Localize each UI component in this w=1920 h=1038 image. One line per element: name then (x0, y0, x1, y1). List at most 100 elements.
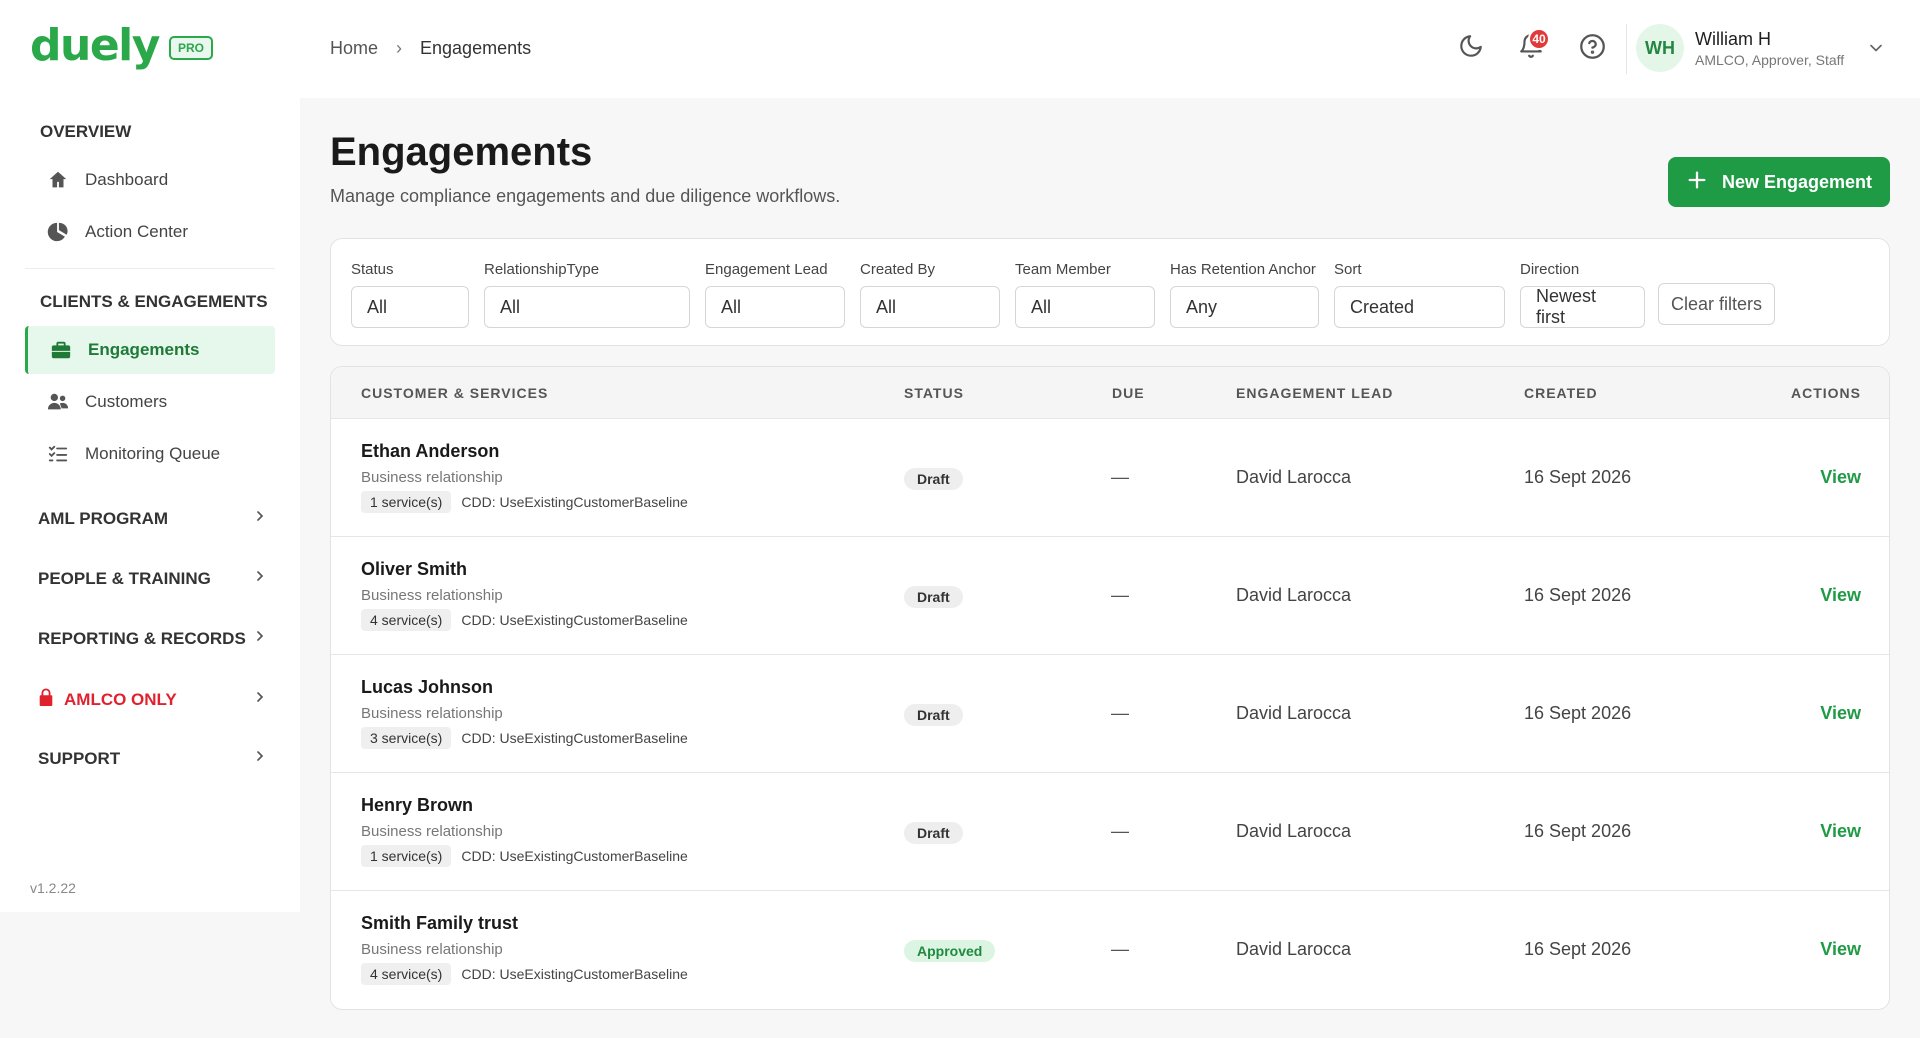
help-icon[interactable] (1576, 30, 1608, 62)
service-count-chip: 4 service(s) (361, 963, 452, 985)
view-link[interactable]: View (1820, 821, 1861, 842)
sidebar-item-label: Engagements (88, 340, 200, 359)
new-engagement-button[interactable]: New Engagement (1668, 157, 1890, 207)
view-link[interactable]: View (1820, 585, 1861, 606)
breadcrumb-home[interactable]: Home (330, 38, 378, 59)
sidebar-item-monitoring-queue[interactable]: Monitoring Queue (25, 430, 275, 478)
view-link[interactable]: View (1820, 467, 1861, 488)
due-date: — (1111, 939, 1129, 959)
clear-filters-button[interactable]: Clear filters (1658, 283, 1775, 325)
created-date: 16 Sept 2026 (1524, 585, 1632, 605)
filter-engagement-lead: Engagement Lead All (705, 261, 845, 328)
service-count-chip: 1 service(s) (361, 845, 452, 867)
filter-bar: Status All RelationshipType All Engageme… (330, 238, 1890, 346)
table-row[interactable]: Lucas Johnson Business relationship 3 se… (331, 655, 1889, 773)
service-count-chip: 4 service(s) (361, 609, 452, 631)
pro-badge: PRO (168, 36, 213, 60)
view-link[interactable]: View (1820, 703, 1861, 724)
customer-name[interactable]: Lucas Johnson (361, 677, 493, 698)
sidebar-item-engagements[interactable]: Engagements (25, 326, 275, 374)
user-name[interactable]: William H (1695, 29, 1771, 50)
sidebar-group-people-training[interactable]: PEOPLE & TRAINING (38, 568, 268, 589)
cdd-label: CDD: UseExistingCustomerBaseline (461, 612, 688, 628)
customer-name[interactable]: Henry Brown (361, 795, 473, 816)
engagement-lead: David Larocca (1236, 821, 1352, 841)
group-label: REPORTING & RECORDS (38, 628, 246, 648)
filter-label: Direction (1520, 261, 1580, 278)
filter-label: RelationshipType (484, 261, 600, 278)
sidebar-item-dashboard[interactable]: Dashboard (25, 156, 275, 204)
group-label: AML PROGRAM (38, 508, 169, 528)
relationship-type: Business relationship (361, 469, 503, 486)
engagement-lead: David Larocca (1236, 585, 1352, 605)
page-subtitle: Manage compliance engagements and due di… (330, 186, 841, 206)
team-member-select[interactable]: All (1015, 286, 1155, 328)
chevron-down-icon[interactable] (1866, 38, 1886, 58)
sidebar-group-reporting-records[interactable]: REPORTING & RECORDS (38, 628, 268, 649)
sidebar-group-support[interactable]: SUPPORT (38, 748, 268, 769)
briefcase-icon (50, 339, 72, 361)
sidebar-divider (25, 268, 275, 269)
created-date: 16 Sept 2026 (1524, 467, 1632, 487)
relationship-type-select[interactable]: All (484, 286, 690, 328)
created-by-select[interactable]: All (860, 286, 1000, 328)
sidebar-item-label: Customers (85, 392, 168, 411)
filter-retention-anchor: Has Retention Anchor Any (1170, 261, 1319, 328)
engagement-lead-select[interactable]: All (705, 286, 845, 328)
table-row[interactable]: Henry Brown Business relationship 1 serv… (331, 773, 1889, 891)
filter-created-by: Created By All (860, 261, 1000, 328)
table-row[interactable]: Oliver Smith Business relationship 4 ser… (331, 537, 1889, 655)
service-count-chip: 3 service(s) (361, 727, 452, 749)
filter-label: Sort (1334, 261, 1362, 278)
created-date: 16 Sept 2026 (1524, 939, 1632, 959)
group-label: PEOPLE & TRAINING (38, 568, 211, 588)
customer-name[interactable]: Ethan Anderson (361, 441, 499, 462)
group-label: SUPPORT (38, 748, 121, 768)
retention-anchor-select[interactable]: Any (1170, 286, 1319, 328)
sidebar-item-label: Dashboard (85, 170, 169, 189)
status-badge: Draft (904, 822, 963, 844)
filter-relationship-type: RelationshipType All (484, 261, 690, 328)
chevron-right-icon (252, 748, 268, 769)
customer-name[interactable]: Oliver Smith (361, 559, 467, 580)
top-header: duely PRO Home › Engagements 40 WH Willi… (0, 0, 1920, 98)
lock-icon (38, 688, 54, 711)
column-header[interactable]: ENGAGEMENT LEAD (1236, 385, 1393, 401)
header-divider (1626, 24, 1627, 74)
engagement-lead: David Larocca (1236, 703, 1352, 723)
sidebar-group-amlco-only[interactable]: AMLCO ONLY (38, 688, 268, 711)
section-title-clients: CLIENTS & ENGAGEMENTS (40, 292, 268, 311)
sidebar-item-label: Action Center (85, 222, 188, 241)
sort-select[interactable]: Created (1334, 286, 1505, 328)
customer-name[interactable]: Smith Family trust (361, 913, 518, 934)
column-header: ACTIONS (1791, 385, 1861, 401)
avatar[interactable]: WH (1636, 24, 1684, 72)
chevron-right-icon (252, 628, 268, 649)
list-check-icon (47, 443, 69, 465)
column-header[interactable]: STATUS (904, 385, 964, 401)
relationship-type: Business relationship (361, 587, 503, 604)
direction-select[interactable]: Newest first (1520, 286, 1645, 328)
breadcrumb-separator: › (396, 38, 403, 58)
sidebar-item-action-center[interactable]: Action Center (25, 208, 275, 256)
status-select[interactable]: All (351, 286, 469, 328)
column-header[interactable]: CUSTOMER & SERVICES (361, 385, 548, 401)
home-icon (47, 169, 69, 191)
sidebar-item-customers[interactable]: Customers (25, 378, 275, 426)
services-info: 1 service(s) CDD: UseExistingCustomerBas… (361, 491, 688, 513)
status-badge: Draft (904, 704, 963, 726)
cdd-label: CDD: UseExistingCustomerBaseline (461, 848, 688, 864)
column-header[interactable]: CREATED (1524, 385, 1598, 401)
table-row[interactable]: Ethan Anderson Business relationship 1 s… (331, 419, 1889, 537)
filter-team-member: Team Member All (1015, 261, 1155, 328)
filter-label: Status (351, 261, 394, 278)
cdd-label: CDD: UseExistingCustomerBaseline (461, 494, 688, 510)
brand-logo[interactable]: duely PRO (30, 24, 213, 68)
notification-count-badge: 40 (1528, 28, 1550, 50)
view-link[interactable]: View (1820, 939, 1861, 960)
table-row[interactable]: Smith Family trust Business relationship… (331, 891, 1889, 1009)
theme-toggle-moon-icon[interactable] (1455, 30, 1487, 62)
sidebar-group-aml-program[interactable]: AML PROGRAM (38, 508, 268, 529)
column-header[interactable]: DUE (1112, 385, 1145, 401)
user-roles: AMLCO, Approver, Staff (1695, 52, 1845, 68)
